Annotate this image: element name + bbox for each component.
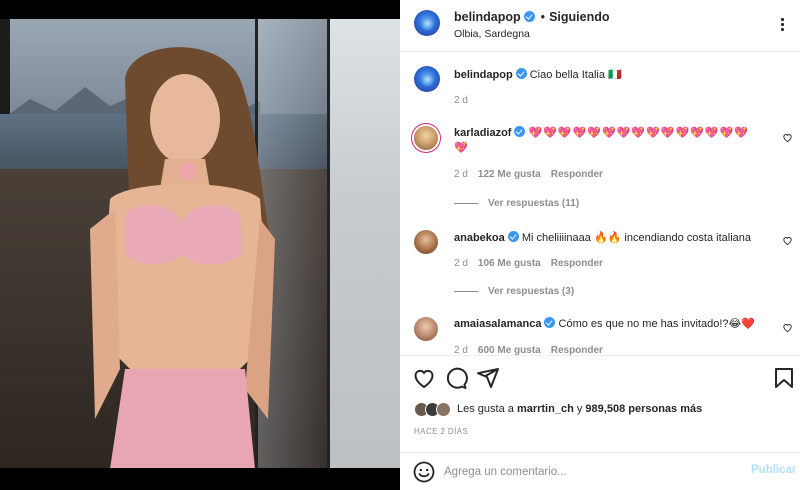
reply-button[interactable]: Responder bbox=[551, 258, 603, 269]
comment-likes[interactable]: 122 Me gusta bbox=[478, 169, 541, 180]
author-username[interactable]: belindapop bbox=[454, 10, 521, 24]
comment-username[interactable]: anabekoa bbox=[454, 232, 505, 244]
comment-time[interactable]: 2 d bbox=[454, 345, 468, 355]
share-icon[interactable] bbox=[476, 366, 500, 390]
photo-wall bbox=[330, 19, 400, 468]
comment: karladiazof 💖💖💖💖💖💖💖💖💖💖💖💖💖💖💖 💖 bbox=[454, 126, 764, 156]
comment: anabekoa Mi cheliiiinaaa 🔥🔥 incendiando … bbox=[454, 231, 751, 246]
view-replies-label: Ver respuestas (11) bbox=[488, 198, 580, 209]
post-details-panel: belindapop • Siguiendo Olbia, Sardegna bel… bbox=[400, 0, 800, 490]
follow-separator: • bbox=[540, 10, 546, 24]
like-comment-heart-icon[interactable] bbox=[782, 322, 793, 333]
instagram-post-modal: belindapop • Siguiendo Olbia, Sardegna bel… bbox=[0, 0, 800, 490]
author-avatar[interactable] bbox=[414, 10, 440, 36]
post-time-ago[interactable]: HACE 2 DÍAS bbox=[414, 427, 468, 436]
caption-username[interactable]: belindapop bbox=[454, 69, 513, 81]
comment-text: Cómo es que no me has invitado!?😂❤️ bbox=[558, 318, 756, 330]
likes-middle: y bbox=[576, 403, 583, 415]
photo-figure bbox=[90, 47, 275, 468]
caption: belindapop Ciao bella Italia 🇮🇹 bbox=[454, 68, 622, 83]
comment-icon[interactable] bbox=[444, 366, 468, 390]
author-line: belindapop • Siguiendo bbox=[454, 10, 609, 24]
likes-summary: Les gusta a marrtin_ch y 989,508 persona… bbox=[457, 403, 702, 415]
like-comment-heart-icon[interactable] bbox=[782, 132, 793, 143]
add-comment-bar: Publicar bbox=[400, 452, 800, 490]
likes-prefix: Les gusta a bbox=[457, 403, 514, 415]
post-header: belindapop • Siguiendo Olbia, Sardegna bbox=[400, 0, 800, 52]
verified-badge-icon bbox=[514, 126, 526, 137]
comment-username[interactable]: amaiasalamanca bbox=[454, 318, 541, 330]
verified-badge-icon bbox=[544, 317, 556, 328]
like-comment-heart-icon[interactable] bbox=[782, 235, 793, 246]
comment-avatar[interactable] bbox=[414, 317, 438, 341]
more-options-icon[interactable] bbox=[774, 16, 790, 32]
comment-time[interactable]: 2 d bbox=[454, 169, 468, 180]
verified-badge-icon bbox=[523, 11, 535, 22]
post-photo[interactable] bbox=[0, 19, 400, 468]
caption-meta: 2 d bbox=[454, 95, 478, 106]
publish-button[interactable]: Publicar bbox=[751, 464, 796, 476]
replies-line bbox=[454, 202, 478, 204]
caption-time[interactable]: 2 d bbox=[454, 95, 468, 106]
comment-username[interactable]: karladiazof bbox=[454, 127, 511, 139]
comments-list[interactable]: belindapop Ciao bella Italia 🇮🇹 2 d karl… bbox=[400, 53, 800, 355]
media-pane bbox=[0, 0, 400, 490]
verified-badge-icon bbox=[515, 68, 527, 79]
comment-text-continued: 💖 bbox=[454, 142, 469, 154]
comment-meta: 2 d 600 Me gusta Responder bbox=[454, 345, 613, 355]
comment-avatar[interactable] bbox=[414, 230, 438, 254]
comment-text: Mi cheliiiinaaa 🔥🔥 incendiando costa ita… bbox=[521, 232, 751, 244]
view-replies-button[interactable]: Ver respuestas (3) bbox=[454, 286, 574, 297]
post-actions: Les gusta a marrtin_ch y 989,508 persona… bbox=[400, 355, 800, 455]
heart-icon[interactable] bbox=[412, 366, 436, 390]
view-replies-button[interactable]: Ver respuestas (11) bbox=[454, 198, 579, 209]
comment-likes[interactable]: 600 Me gusta bbox=[478, 345, 541, 355]
following-button[interactable]: Siguiendo bbox=[549, 10, 609, 24]
reply-button[interactable]: Responder bbox=[551, 345, 603, 355]
caption-text: Ciao bella Italia bbox=[529, 69, 605, 81]
post-location[interactable]: Olbia, Sardegna bbox=[454, 28, 530, 40]
comment-likes[interactable]: 106 Me gusta bbox=[478, 258, 541, 269]
likes-count-link[interactable]: 989,508 personas más bbox=[585, 403, 702, 415]
caption-emoji: 🇮🇹 bbox=[608, 69, 622, 81]
reply-button[interactable]: Responder bbox=[551, 169, 603, 180]
comment-input[interactable] bbox=[444, 462, 734, 482]
emoji-icon[interactable] bbox=[412, 460, 436, 484]
comment-text: 💖💖💖💖💖💖💖💖💖💖💖💖💖💖💖 bbox=[528, 127, 749, 139]
bookmark-icon[interactable] bbox=[772, 366, 796, 390]
caption-avatar[interactable] bbox=[414, 66, 440, 92]
comment: amaiasalamanca Cómo es que no me has inv… bbox=[454, 317, 755, 332]
comment-meta: 2 d 106 Me gusta Responder bbox=[454, 258, 613, 269]
comment-time[interactable]: 2 d bbox=[454, 258, 468, 269]
verified-badge-icon bbox=[507, 231, 519, 242]
comment-avatar[interactable] bbox=[414, 126, 438, 150]
view-replies-label: Ver respuestas (3) bbox=[488, 286, 575, 297]
replies-line bbox=[454, 290, 478, 292]
comment-meta: 2 d 122 Me gusta Responder bbox=[454, 169, 613, 180]
likes-user-link[interactable]: marrtin_ch bbox=[517, 403, 574, 415]
liker-avatar bbox=[436, 402, 451, 417]
